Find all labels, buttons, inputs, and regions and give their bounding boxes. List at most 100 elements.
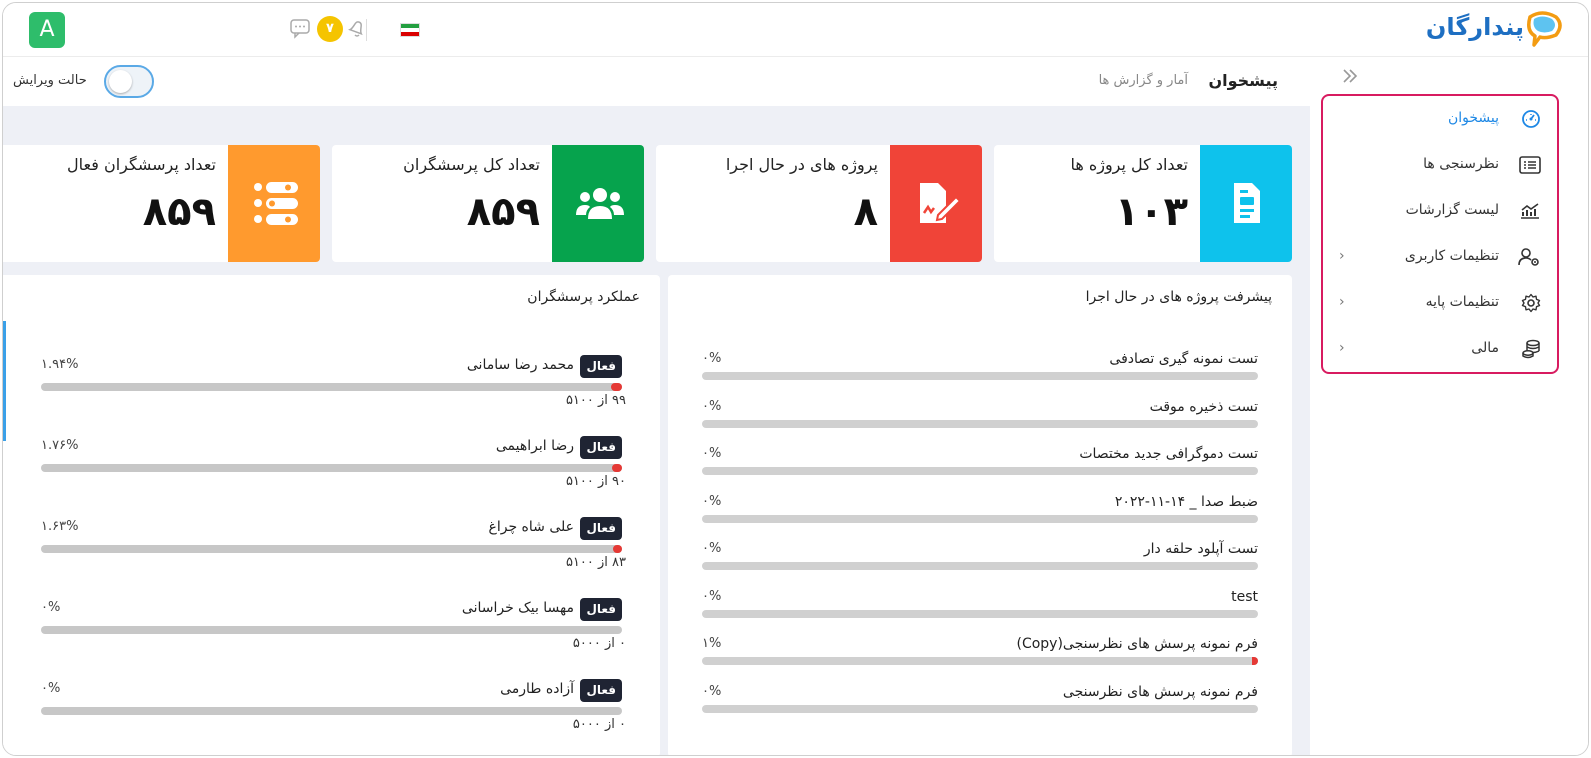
progress-fill [612, 545, 622, 553]
main-content: پیشخوان آمار و گزارش ها حالت ویرایش تعدا… [3, 57, 1310, 755]
breadcrumb[interactable]: آمار و گزارش ها [1099, 73, 1188, 88]
progress-track [41, 383, 622, 391]
sidebar-item-label: مالی [1471, 340, 1499, 356]
sidebar-menu: پیشخوان نظرسنجی ها لیست گزارشات تنظیمات … [1321, 94, 1559, 374]
surveyor-percent: ۱.۷۶% [41, 438, 79, 453]
surveyor-count: ۹۹ از ۵۱۰۰ [565, 393, 626, 408]
card-title: تعداد کل پرسشگران [403, 155, 540, 174]
panel-title: پیشرفت پروژه های در حال اجرا [1085, 289, 1272, 305]
project-name: test [1231, 588, 1258, 605]
sidebar-item-label: تنظیمات پایه [1425, 294, 1499, 310]
surveyor-count: ۰ از ۵۰۰۰ [572, 717, 626, 732]
status-badge: فعال [580, 598, 622, 621]
project-percent: ۰% [702, 351, 722, 366]
surveyor-count: ۰ از ۵۰۰۰ [572, 636, 626, 651]
surveyor-count: ۸۳ از ۵۱۰۰ [565, 555, 626, 570]
progress-track [41, 545, 622, 553]
dashboard-icon [1521, 109, 1541, 133]
card-value: ۸۵۹ [142, 189, 216, 235]
card-title: تعداد پرسشگران فعال [67, 155, 216, 174]
sidebar-item-user-settings[interactable]: تنظیمات کاربری ‹ [1323, 235, 1557, 281]
progress-track [41, 464, 622, 472]
chevron-left-icon: ‹ [1339, 340, 1345, 356]
sidebar-item-reports[interactable]: لیست گزارشات [1323, 189, 1557, 235]
panel-title: عملکرد پرسشگران [527, 289, 640, 305]
project-name: ضبط صدا _ ۱۴-۱۱-۲۰۲۲ [1114, 493, 1258, 510]
surveyor-percent: ۰% [41, 600, 61, 615]
surveyor-count: ۹۰ از ۵۱۰۰ [565, 474, 626, 489]
toggle-list-icon [250, 179, 302, 231]
card-icon-box [890, 145, 982, 262]
sidebar-item-dashboard[interactable]: پیشخوان [1323, 97, 1557, 143]
progress-track [702, 372, 1258, 380]
surveyor-name: رضا ابراهیمی [495, 438, 574, 454]
user-settings-icon [1517, 247, 1541, 271]
header-divider [366, 19, 367, 41]
progress-fill [610, 383, 622, 391]
bell-icon[interactable] [346, 17, 368, 43]
sidebar-item-surveys[interactable]: نظرسنجی ها [1323, 143, 1557, 189]
card-title: پروژه های در حال اجرا [725, 155, 878, 174]
status-badge: فعال [580, 436, 622, 459]
page-toolbar: پیشخوان آمار و گزارش ها حالت ویرایش [3, 57, 1310, 106]
progress-track [702, 419, 1258, 428]
iran-flag-icon[interactable] [400, 23, 420, 37]
edit-mode-label: حالت ویرایش [13, 73, 87, 88]
card-icon-box [1200, 145, 1292, 262]
project-name: تست دموگرافی جدید مختصات [1079, 446, 1258, 462]
sidebar-item-base-settings[interactable]: تنظیمات پایه ‹ [1323, 281, 1557, 327]
sidebar-item-label: تنظیمات کاربری [1404, 248, 1499, 264]
project-name: تست نمونه گیری تصادفی [1109, 351, 1258, 367]
project-percent: ۰% [702, 683, 722, 699]
file-signature-icon [912, 179, 962, 231]
logo-text: پندارگان [1425, 13, 1524, 41]
surveyor-name: محمد رضا سامانی [466, 357, 574, 373]
sidebar-item-finance[interactable]: مالی ‹ [1323, 327, 1557, 373]
project-percent: ۰% [702, 493, 722, 509]
edit-mode-toggle[interactable] [104, 65, 154, 98]
card-value: ۸ [853, 189, 878, 235]
progress-track [702, 609, 1258, 618]
user-avatar[interactable]: A [29, 12, 65, 48]
sidebar: پیشخوان نظرسنجی ها لیست گزارشات تنظیمات … [1308, 57, 1588, 755]
stat-card-total-surveyors[interactable]: تعداد کل پرسشگران ۸۵۹ [332, 145, 644, 262]
project-percent: ۰% [702, 398, 722, 414]
progress-track [702, 562, 1258, 570]
projects-progress-panel: پیشرفت پروژه های در حال اجرا تست نمونه گ… [668, 275, 1292, 755]
project-name: فرم نمونه پرسش های نظرسنجی [1062, 683, 1258, 700]
surveyor-name: آزاده طارمی [500, 681, 574, 697]
top-header: A ۷ پندارگان [3, 3, 1588, 57]
surveyor-name: مهسا بیک خراسانی [461, 600, 574, 616]
stat-card-active-surveyors[interactable]: تعداد پرسشگران فعال ۸۵۹ [3, 145, 320, 262]
chat-icon[interactable] [289, 17, 311, 43]
card-icon-box [552, 145, 644, 262]
notification-count-badge[interactable]: ۷ [317, 16, 343, 42]
project-percent: ۰% [702, 588, 722, 604]
surveyor-percent: ۰% [41, 681, 61, 696]
status-badge: فعال [580, 679, 622, 702]
progress-track [702, 514, 1258, 523]
list-icon [1519, 155, 1541, 179]
document-icon [1222, 179, 1270, 231]
page-title: پیشخوان [1208, 71, 1278, 90]
chevron-left-icon: ‹ [1339, 248, 1345, 264]
scrollbar-thumb[interactable] [3, 321, 6, 441]
card-value: ۱۰۳ [1114, 189, 1188, 235]
chevron-left-icon: ‹ [1339, 294, 1345, 310]
toggle-knob [109, 70, 132, 93]
stat-card-running-projects[interactable]: پروژه های در حال اجرا ۸ [656, 145, 982, 262]
progress-track [702, 467, 1258, 475]
progress-fill [1252, 657, 1258, 665]
progress-track [702, 704, 1258, 713]
chart-icon [1519, 201, 1541, 225]
stat-card-total-projects[interactable]: تعداد کل پروژه ها ۱۰۳ [994, 145, 1292, 262]
surveyor-percent: ۱.۹۴% [41, 357, 79, 372]
status-badge: فعال [580, 517, 622, 540]
card-value: ۸۵۹ [466, 189, 540, 235]
project-percent: ۰% [702, 541, 722, 556]
surveyor-name: علی شاه چراغ [488, 519, 574, 535]
app-window: A ۷ پندارگان پیشخوان نظرسنجی ها لیست گزا… [2, 2, 1589, 756]
status-badge: فعال [580, 355, 622, 378]
progress-fill [611, 464, 622, 472]
double-chevron-right-icon[interactable] [1341, 67, 1359, 89]
